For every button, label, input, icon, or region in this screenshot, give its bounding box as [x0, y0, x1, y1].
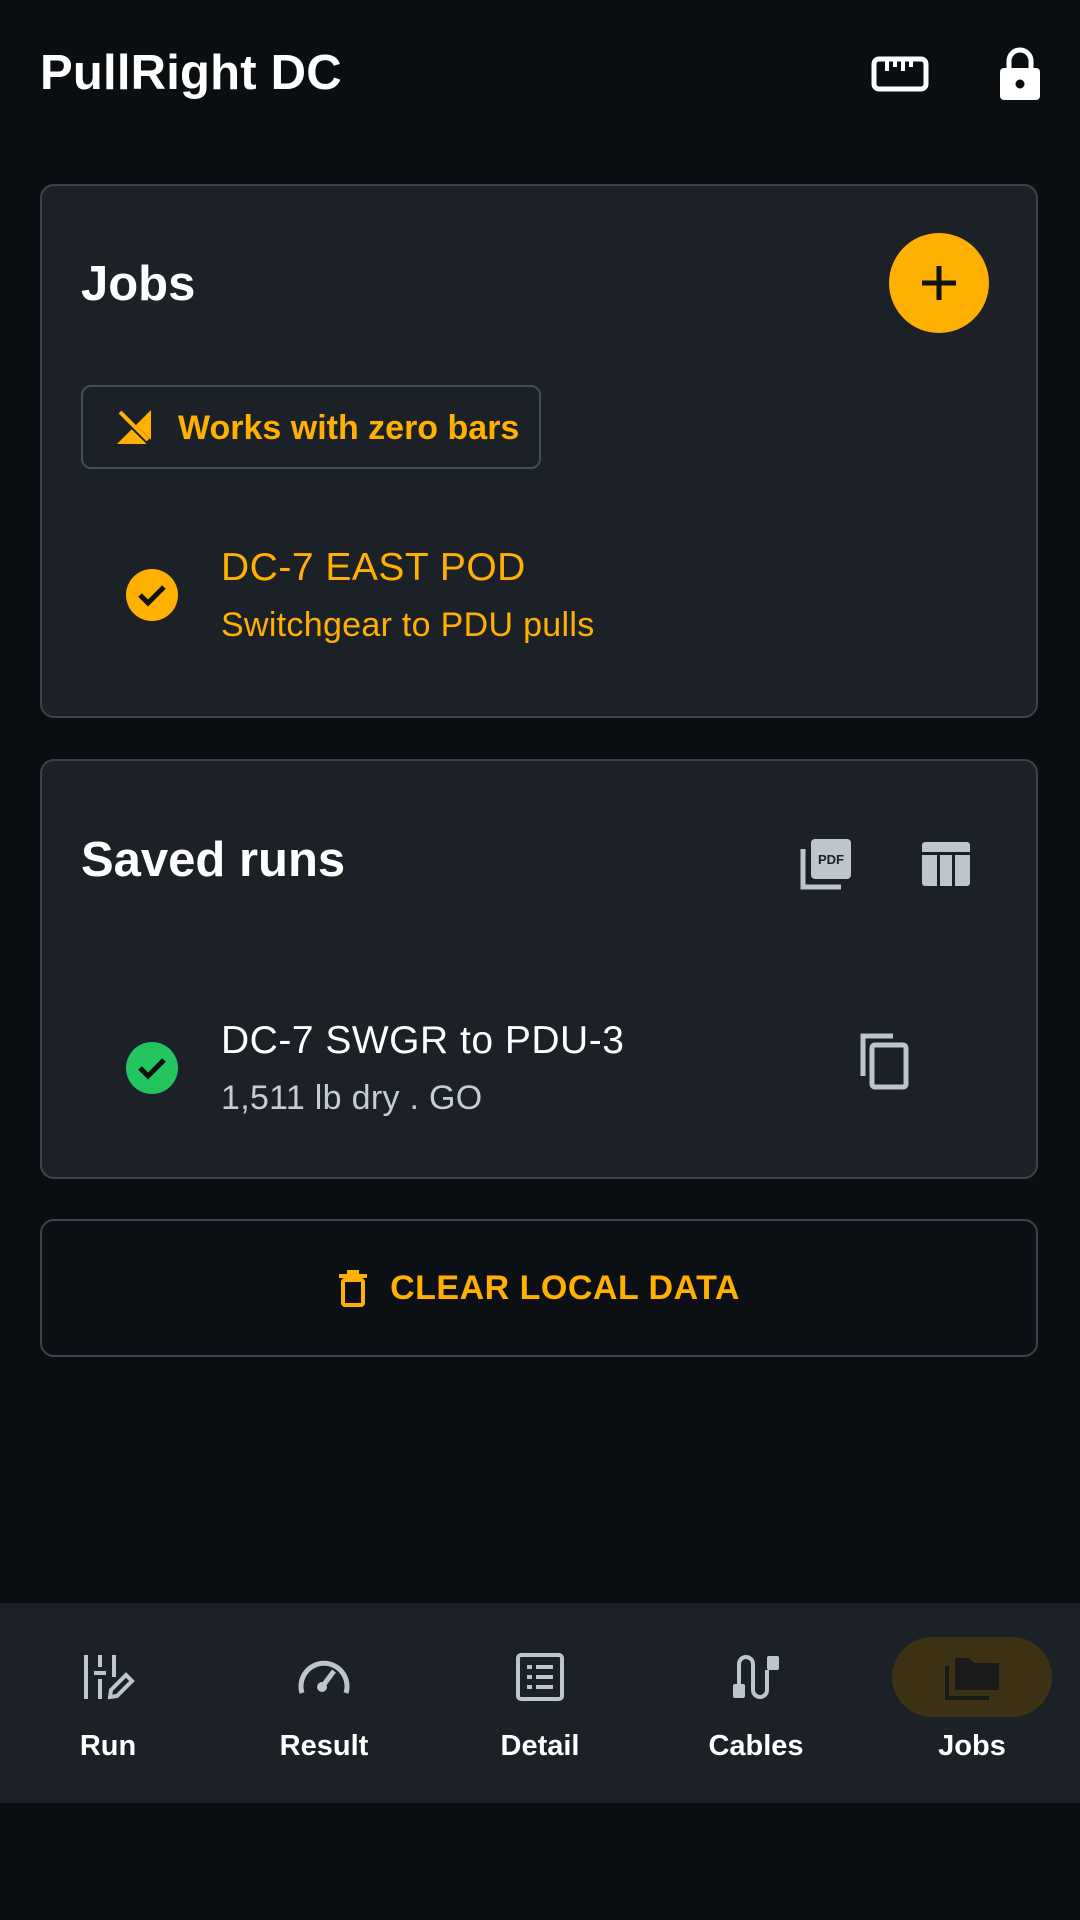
copy-icon — [860, 1033, 909, 1090]
nav-item-jobs[interactable]: Jobs — [864, 1603, 1080, 1803]
nav-icon-container — [28, 1637, 188, 1717]
saved-runs-title: Saved runs — [81, 833, 346, 887]
ruler-icon[interactable] — [868, 42, 932, 106]
bottom-navigation: Run Result Detail Cables Jobs — [0, 1603, 1080, 1803]
trash-icon — [339, 1270, 368, 1307]
check-circle-icon — [126, 569, 178, 621]
saved-run-item[interactable]: DC-7 SWGR to PDU-3 1,511 lb dry . GO — [42, 997, 1036, 1127]
cable-icon — [733, 1655, 779, 1699]
jobs-card: Jobs Works with zero bars DC-7 EAST POD … — [40, 184, 1038, 718]
svg-text:PDF: PDF — [818, 852, 844, 867]
gauge-icon — [298, 1660, 350, 1694]
clear-local-data-label: CLEAR LOCAL DATA — [390, 1268, 740, 1307]
nav-icon-container — [460, 1637, 620, 1717]
job-list-item[interactable]: DC-7 EAST POD Switchgear to PDU pulls — [42, 524, 1036, 654]
run-edit-icon — [84, 1655, 135, 1700]
nav-label-detail: Detail — [500, 1730, 580, 1762]
nav-label-jobs: Jobs — [938, 1730, 1006, 1762]
check-circle-icon — [126, 1042, 178, 1094]
lock-icon[interactable] — [988, 42, 1052, 106]
jobs-title: Jobs — [81, 257, 196, 311]
nav-label-result: Result — [279, 1730, 369, 1762]
no-signal-icon — [115, 407, 155, 448]
nav-item-result[interactable]: Result — [216, 1603, 432, 1803]
nav-item-run[interactable]: Run — [0, 1603, 216, 1803]
copy-run-button[interactable] — [848, 1025, 920, 1097]
saved-run-title: DC-7 SWGR to PDU-3 — [221, 1019, 625, 1062]
nav-item-cables[interactable]: Cables — [648, 1603, 864, 1803]
nav-label-cables: Cables — [708, 1730, 804, 1762]
nav-icon-container — [676, 1637, 836, 1717]
top-app-bar: PullRight DC — [0, 0, 1080, 150]
clear-local-data-button[interactable]: CLEAR LOCAL DATA — [40, 1219, 1038, 1357]
list-detail-icon — [516, 1653, 564, 1701]
plus-icon — [922, 266, 956, 300]
job-title: DC-7 EAST POD — [221, 546, 526, 589]
nav-item-detail[interactable]: Detail — [432, 1603, 648, 1803]
pdf-icon: PDF — [800, 839, 851, 890]
nav-icon-container — [244, 1637, 404, 1717]
saved-run-subtitle: 1,511 lb dry . GO — [221, 1079, 483, 1117]
saved-runs-card: Saved runs PDF DC-7 SWGR to PDU-3 1,511 … — [40, 759, 1038, 1179]
nav-icon-container-active — [892, 1637, 1052, 1717]
app-screen: PullRight DC Jobs Works with zero bars D… — [0, 0, 1080, 1920]
offline-chip: Works with zero bars — [81, 385, 541, 469]
job-subtitle: Switchgear to PDU pulls — [221, 606, 595, 644]
table-icon — [922, 842, 970, 886]
add-job-button[interactable] — [889, 233, 989, 333]
export-pdf-button[interactable]: PDF — [790, 828, 862, 900]
offline-chip-label: Works with zero bars — [178, 409, 520, 447]
app-title: PullRight DC — [40, 46, 342, 100]
nav-label-run: Run — [79, 1730, 137, 1762]
export-table-button[interactable] — [910, 828, 982, 900]
folder-icon — [945, 1658, 999, 1700]
